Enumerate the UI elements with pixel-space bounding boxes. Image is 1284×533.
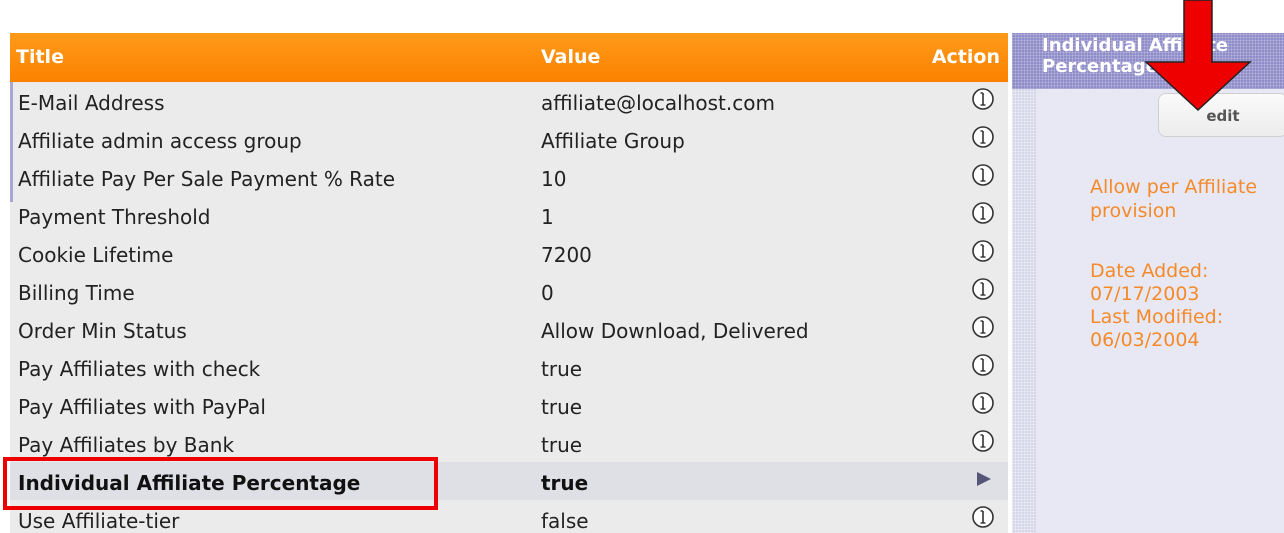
table-row[interactable]: Billing Time 0 (10, 272, 1008, 310)
row-accent-bar (10, 82, 13, 202)
row-value: 10 (541, 167, 567, 191)
table-row[interactable]: Payment Threshold 1 (10, 196, 1008, 234)
row-value: true (541, 395, 583, 419)
row-title: Pay Affiliates with check (18, 357, 261, 381)
info-icon[interactable] (970, 200, 996, 226)
table-row[interactable]: Order Min Status Allow Download, Delivere… (10, 310, 1008, 348)
info-icon[interactable] (970, 86, 996, 112)
red-arrow-icon (1144, 0, 1252, 112)
row-value: true (541, 357, 583, 381)
row-value: Affiliate Group (541, 129, 685, 153)
table-header: Title Value Action (10, 33, 1008, 82)
row-value: 1 (541, 205, 554, 229)
table-row[interactable]: Pay Affiliates with check true (10, 348, 1008, 386)
row-value: Allow Download, Delivered (541, 319, 809, 343)
panel-dates: Date Added: 07/17/2003 Last Modified: 06… (1090, 260, 1284, 352)
row-title: Affiliate admin access group (18, 129, 302, 153)
table-row[interactable]: Cookie Lifetime 7200 (10, 234, 1008, 272)
row-value: true (541, 433, 583, 457)
header-value: Value (541, 46, 601, 68)
info-icon[interactable] (970, 314, 996, 340)
panel-description: Allow per Affiliate provision (1090, 176, 1258, 222)
info-icon[interactable] (970, 238, 996, 264)
panel-stripe (1012, 33, 1036, 533)
row-title: Payment Threshold (18, 205, 211, 229)
row-value: true (541, 471, 589, 495)
table-row[interactable]: Affiliate admin access group Affiliate Gr… (10, 120, 1008, 158)
row-value: false (541, 509, 589, 533)
table-row[interactable]: E-Mail Address affiliate@localhost.com (10, 82, 1008, 120)
table-row[interactable]: Affiliate Pay Per Sale Payment % Rate 10 (10, 158, 1008, 196)
row-title: Billing Time (18, 281, 135, 305)
row-title: Pay Affiliates by Bank (18, 433, 235, 457)
row-title: Cookie Lifetime (18, 243, 174, 267)
row-value: affiliate@localhost.com (541, 91, 775, 115)
header-title: Title (16, 46, 64, 68)
last-modified-label: Last Modified: (1090, 306, 1224, 328)
info-icon[interactable] (970, 504, 996, 530)
last-modified-value: 06/03/2004 (1090, 329, 1200, 351)
info-icon[interactable] (970, 428, 996, 454)
arrow-right-icon[interactable] (970, 466, 996, 492)
date-added-label: Date Added: (1090, 260, 1209, 282)
date-added-value: 07/17/2003 (1090, 283, 1200, 305)
info-icon[interactable] (970, 276, 996, 302)
row-title: E-Mail Address (18, 91, 165, 115)
row-title: Order Min Status (18, 319, 187, 343)
info-icon[interactable] (970, 352, 996, 378)
row-title: Affiliate Pay Per Sale Payment % Rate (18, 167, 396, 191)
row-title: Pay Affiliates with PayPal (18, 395, 266, 419)
highlight-box (3, 457, 438, 510)
info-icon[interactable] (970, 162, 996, 188)
row-title: Use Affiliate-tier (18, 509, 180, 533)
info-icon[interactable] (970, 124, 996, 150)
row-value: 0 (541, 281, 554, 305)
info-icon[interactable] (970, 390, 996, 416)
header-action: Action (931, 46, 1000, 68)
row-value: 7200 (541, 243, 592, 267)
table-row[interactable]: Pay Affiliates with PayPal true (10, 386, 1008, 424)
